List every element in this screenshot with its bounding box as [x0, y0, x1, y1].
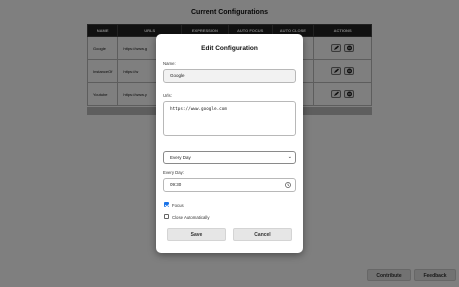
- every-day-label: Every Day:: [163, 170, 185, 175]
- chevron-down-icon: ⌄: [287, 154, 292, 160]
- frequency-select-value: Every Day: [170, 155, 191, 160]
- focus-checkbox[interactable]: [164, 202, 169, 208]
- save-button[interactable]: Save: [167, 228, 226, 241]
- cancel-button[interactable]: Cancel: [233, 228, 292, 241]
- urls-label: Urls:: [163, 93, 172, 98]
- close-automatically-checkbox-row[interactable]: Close Automatically: [164, 214, 210, 220]
- frequency-select[interactable]: Every Day ⌄: [163, 151, 296, 164]
- focus-checkbox-row[interactable]: Focus: [164, 202, 184, 208]
- dialog-title: Edit Configuration: [201, 45, 258, 52]
- time-value: 09:30: [170, 182, 182, 187]
- name-label: Name:: [163, 61, 176, 66]
- focus-label: Focus: [172, 203, 184, 208]
- close-automatically-label: Close Automatically: [172, 215, 210, 220]
- name-field[interactable]: Google: [163, 69, 296, 83]
- urls-textarea[interactable]: https://www.google.com: [163, 101, 296, 136]
- clock-icon[interactable]: [285, 182, 291, 188]
- time-input[interactable]: 09:30: [163, 178, 296, 192]
- close-automatically-checkbox[interactable]: [164, 214, 169, 220]
- edit-configuration-dialog: Edit Configuration Name: Google Urls: ht…: [156, 34, 303, 253]
